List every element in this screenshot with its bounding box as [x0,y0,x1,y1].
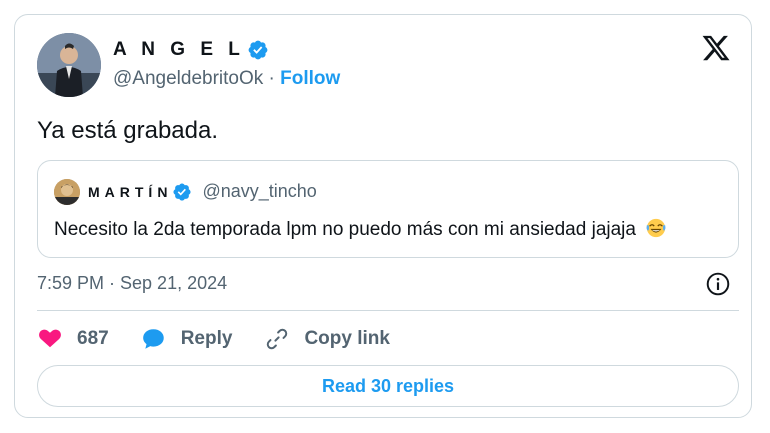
x-logo-icon[interactable] [701,33,731,63]
action-bar: 687 Reply Copy link [37,326,422,352]
reply-button[interactable]: Reply [141,326,233,352]
embedded-tweet-card: A N G E L @AngeldebritoOk · Follow Ya es… [14,14,752,418]
tweet-text: Ya está grabada. [37,117,219,144]
author-name-row[interactable]: A N G E L [113,39,269,61]
quoted-tweet-text: Necesito la 2da temporada lpm no puedo m… [54,219,636,240]
heart-icon [39,329,61,348]
author-avatar[interactable] [37,33,101,97]
handle-separator: · [263,68,281,89]
link-icon [267,328,288,350]
verified-badge-icon [173,182,191,201]
verified-badge-icon [248,40,268,60]
reply-label: Reply [180,328,233,349]
quoted-author-avatar [54,179,80,205]
copy-link-label: Copy link [304,328,390,349]
quoted-tweet-text-row: Necesito la 2da temporada lpm no puedo m… [54,217,667,241]
copy-link-button[interactable]: Copy link [264,326,390,352]
author-handle-row: @AngeldebritoOk · Follow [113,68,340,90]
author-name[interactable]: A N G E L [113,39,245,61]
tweet-timestamp[interactable]: 7:59 PM · Sep 21, 2024 [37,273,227,294]
read-replies-button[interactable]: Read 30 replies [37,365,739,407]
follow-button[interactable]: Follow [280,68,340,89]
author-handle[interactable]: @AngeldebritoOk [113,68,263,89]
like-button[interactable]: 687 [37,326,109,352]
divider [37,310,739,311]
quoted-author-row: MARTÍN @navy_tincho [88,181,317,202]
info-icon[interactable] [705,271,731,297]
quoted-tweet[interactable]: MARTÍN @navy_tincho Necesito la 2da temp… [37,160,739,258]
like-count: 687 [77,328,109,349]
quoted-author-handle: @navy_tincho [202,181,317,201]
laughing-tears-emoji-icon [646,218,666,238]
reply-bubble-icon [142,329,164,349]
quoted-author-name: MARTÍN [88,183,173,200]
